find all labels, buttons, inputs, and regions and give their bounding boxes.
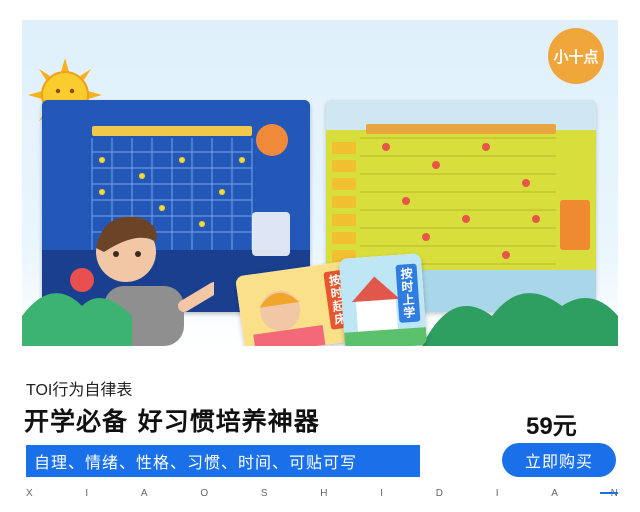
footer-letter: I xyxy=(380,488,383,499)
footer-letter: O xyxy=(200,488,209,499)
footer-letter: H xyxy=(320,488,328,499)
product-subtitle: TOI行为自律表 xyxy=(26,382,133,399)
footer-letter: I xyxy=(85,488,89,499)
footer-letter: I xyxy=(495,488,499,499)
card-school-label: 按时上学 xyxy=(395,263,421,323)
brand-spaced-letters: X I A O S H I D I A N xyxy=(26,488,618,499)
product-tags-bar: 自理、情绪、性格、习惯、时间、可贴可写 xyxy=(26,445,420,477)
product-headline: 开学必备 好习惯培养神器 xyxy=(24,407,320,436)
accent-underline xyxy=(600,492,618,494)
footer-letter: X xyxy=(26,488,33,499)
product-price: 59元 xyxy=(526,413,577,440)
footer-letter: S xyxy=(260,488,268,499)
buy-now-button[interactable]: 立即购买 xyxy=(502,443,616,477)
footer-letter: A xyxy=(551,488,558,499)
product-banner-image[interactable]: 按时起床 按时上学 小十点 xyxy=(22,20,618,346)
brand-logo: 小十点 xyxy=(548,28,604,84)
buy-now-label: 立即购买 xyxy=(524,452,593,471)
footer-letter: A xyxy=(140,488,148,499)
product-tags-text: 自理、情绪、性格、习惯、时间、可贴可写 xyxy=(34,453,358,472)
card-go-to-school-on-time: 按时上学 xyxy=(338,253,428,346)
footer-letter: D xyxy=(435,488,443,499)
